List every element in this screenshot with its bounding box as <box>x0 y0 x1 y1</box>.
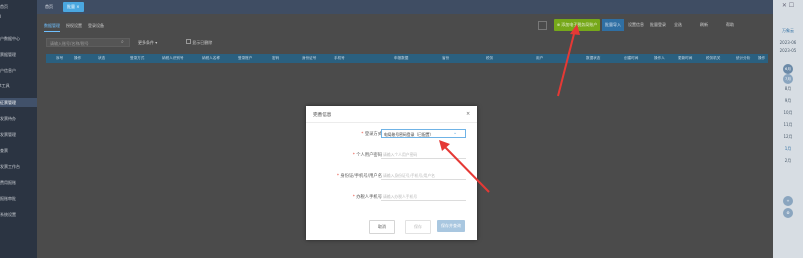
right-calendar-panel: ✕ ☐ 万象云 2023-06 2023-05 6月 7月 8月 9月 10月 … <box>773 0 803 258</box>
th-update-time: 更新时间 <box>678 56 693 60</box>
th-action: 操作 <box>758 56 766 60</box>
add-tax-account-button[interactable]: ⊕ 添加电子税务局账户 <box>554 19 600 31</box>
month-6[interactable]: 12月 <box>773 134 803 140</box>
th-login-method: 登录方式 <box>130 56 145 60</box>
month-badge-0[interactable]: 6月 <box>783 64 793 74</box>
subtab-data-manage[interactable]: 数据管理 <box>44 21 60 32</box>
top-bar: 首页 批量 × <box>37 0 773 14</box>
tax-handler-phone-input[interactable]: 请输入办税人手机号 <box>381 192 466 201</box>
sidebar-item-expense[interactable]: 费用报账 <box>0 178 37 187</box>
close-icon[interactable]: × <box>466 111 470 117</box>
id-phone-username-input[interactable]: 请输入身份证号/手机号/用户名 <box>381 171 466 180</box>
tax-handler-phone-label-text: 办税人手机号 <box>356 195 382 200</box>
tab-batch[interactable]: 批量 × <box>63 2 84 12</box>
toolbar-square-icon[interactable] <box>538 21 547 30</box>
sidebar-item-user-info[interactable]: 户信息户 <box>0 66 37 75</box>
th-data: 申报数据 <box>394 56 409 60</box>
th-index: 序号 <box>56 56 64 60</box>
th-operator: 操作人 <box>654 56 665 60</box>
sidebar-item-home[interactable]: 首页 <box>0 2 37 11</box>
panel-add-icon[interactable]: + <box>783 196 793 206</box>
dialog-title: 完善信息 <box>313 113 332 118</box>
th-tax-office: 税务机关 <box>706 56 721 60</box>
sidebar-item-settings[interactable]: 系统设置 <box>0 210 37 219</box>
sidebar-item-1[interactable]: I <box>0 12 37 21</box>
th-id-no: 身份证号 <box>302 56 317 60</box>
sidebar-item-invoice-manage[interactable]: 票据管理 <box>0 50 37 59</box>
th-create-time: 创建时间 <box>624 56 639 60</box>
personal-password-label: * 个人用户密码 <box>352 153 382 158</box>
chevron-down-icon[interactable]: ⌄ <box>453 130 457 136</box>
panel-title: 万象云 <box>782 28 794 33</box>
cancel-button[interactable]: 取消 <box>369 220 395 234</box>
filter-label: 更多条件 <box>138 40 154 45</box>
th-province: 省份 <box>442 56 450 60</box>
toolbar-link-refresh[interactable]: 刷新 <box>700 22 708 28</box>
show-deleted-label: 显示已删除 <box>192 40 213 45</box>
th-op: 操作 <box>74 56 82 60</box>
login-method-label-text: 登录方式 <box>364 132 382 137</box>
sidebar-item-invoice-todo[interactable]: 发票待办 <box>0 114 37 123</box>
window-close-icon[interactable]: ✕ ☐ <box>773 2 803 9</box>
th-account: 登录账户 <box>238 56 253 60</box>
panel-date-2: 2023-05 <box>779 48 797 53</box>
th-data-status: 数据状态 <box>586 56 601 60</box>
checkbox-icon <box>186 39 191 44</box>
sidebar-item-tax-manage[interactable]: 征票管理 <box>0 98 37 107</box>
id-phone-username-label: * 身份证/手机号/用户名 <box>336 174 382 179</box>
th-tax-id: 纳税人识别号 <box>162 56 184 60</box>
month-3[interactable]: 9月 <box>773 98 803 104</box>
table-header: 序号 操作 状态 登录方式 纳税人识别号 纳税人名称 登录账户 密码 身份证号 … <box>46 54 768 63</box>
tax-handler-phone-label: * 办税人手机号 <box>352 195 382 200</box>
toolbar-link-settings[interactable]: 设置信息 <box>628 22 644 28</box>
subtab-auth-settings[interactable]: 授权设置 <box>66 21 82 31</box>
save-and-query-button[interactable]: 保存并查询 <box>437 220 465 232</box>
sidebar: 首页 I 户数据中心 票据管理 户信息户 t工具 征票管理 发票待办 发票管理 … <box>0 0 37 258</box>
subtab-login-devices[interactable]: 登录设备 <box>88 21 104 31</box>
batch-import-button[interactable]: 批量导入 <box>602 19 624 31</box>
panel-settings-icon[interactable]: ⚙ <box>783 208 793 218</box>
save-button[interactable]: 保存 <box>405 220 431 234</box>
toolbar-link-select-all[interactable]: 全选 <box>674 22 682 28</box>
month-badge-1[interactable]: 7月 <box>783 74 793 84</box>
login-method-label: * 登录方式 <box>361 132 382 137</box>
more-filter-dropdown[interactable]: 更多条件 ▾ <box>138 38 178 47</box>
th-password: 密码 <box>272 56 280 60</box>
th-tax: 税务 <box>486 56 494 60</box>
tab-home[interactable]: 首页 <box>41 2 57 12</box>
sidebar-item-workbench[interactable]: 发票工作台 <box>0 162 37 171</box>
search-icon[interactable]: ⌕ <box>121 39 124 45</box>
sidebar-item-approval[interactable]: 报账审批 <box>0 194 37 203</box>
id-phone-username-label-text: 身份证/手机号/用户名 <box>340 174 382 179</box>
th-tax-name: 纳税人名称 <box>202 56 220 60</box>
toolbar-link-help[interactable]: 帮助 <box>726 22 734 28</box>
th-analysis: 统计分析 <box>736 56 751 60</box>
month-8[interactable]: 2月 <box>773 158 803 164</box>
complete-info-dialog: 完善信息 × * 登录方式 电局账号密码登录（已配置） ⌄ * 个人用户密码 请… <box>306 106 477 240</box>
panel-date-1: 2023-06 <box>779 40 797 45</box>
show-deleted-checkbox[interactable]: 显示已删除 <box>186 38 226 47</box>
toolbar-link-batch-login[interactable]: 批量登录 <box>650 22 666 28</box>
month-7[interactable]: 1月 <box>773 146 803 152</box>
th-user: 用户 <box>536 56 544 60</box>
sidebar-item-check-invoice[interactable]: 查票 <box>0 146 37 155</box>
personal-password-label-text: 个人用户密码 <box>356 153 382 158</box>
month-5[interactable]: 11月 <box>773 122 803 128</box>
chevron-down-icon: ▾ <box>155 40 158 45</box>
month-4[interactable]: 10月 <box>773 110 803 116</box>
personal-password-input[interactable]: 请输入个人用户密码 <box>381 150 466 159</box>
dialog-divider <box>306 122 477 123</box>
sidebar-item-invoice-mgmt[interactable]: 发票管理 <box>0 130 37 139</box>
month-2[interactable]: 8月 <box>773 86 803 92</box>
sidebar-item-tools[interactable]: t工具 <box>0 81 37 90</box>
th-phone: 手机号 <box>334 56 345 60</box>
search-input[interactable]: 请输入账号/名称/税号 <box>46 38 130 47</box>
sidebar-item-data-center[interactable]: 户数据中心 <box>0 34 37 43</box>
th-status: 状态 <box>98 56 106 60</box>
